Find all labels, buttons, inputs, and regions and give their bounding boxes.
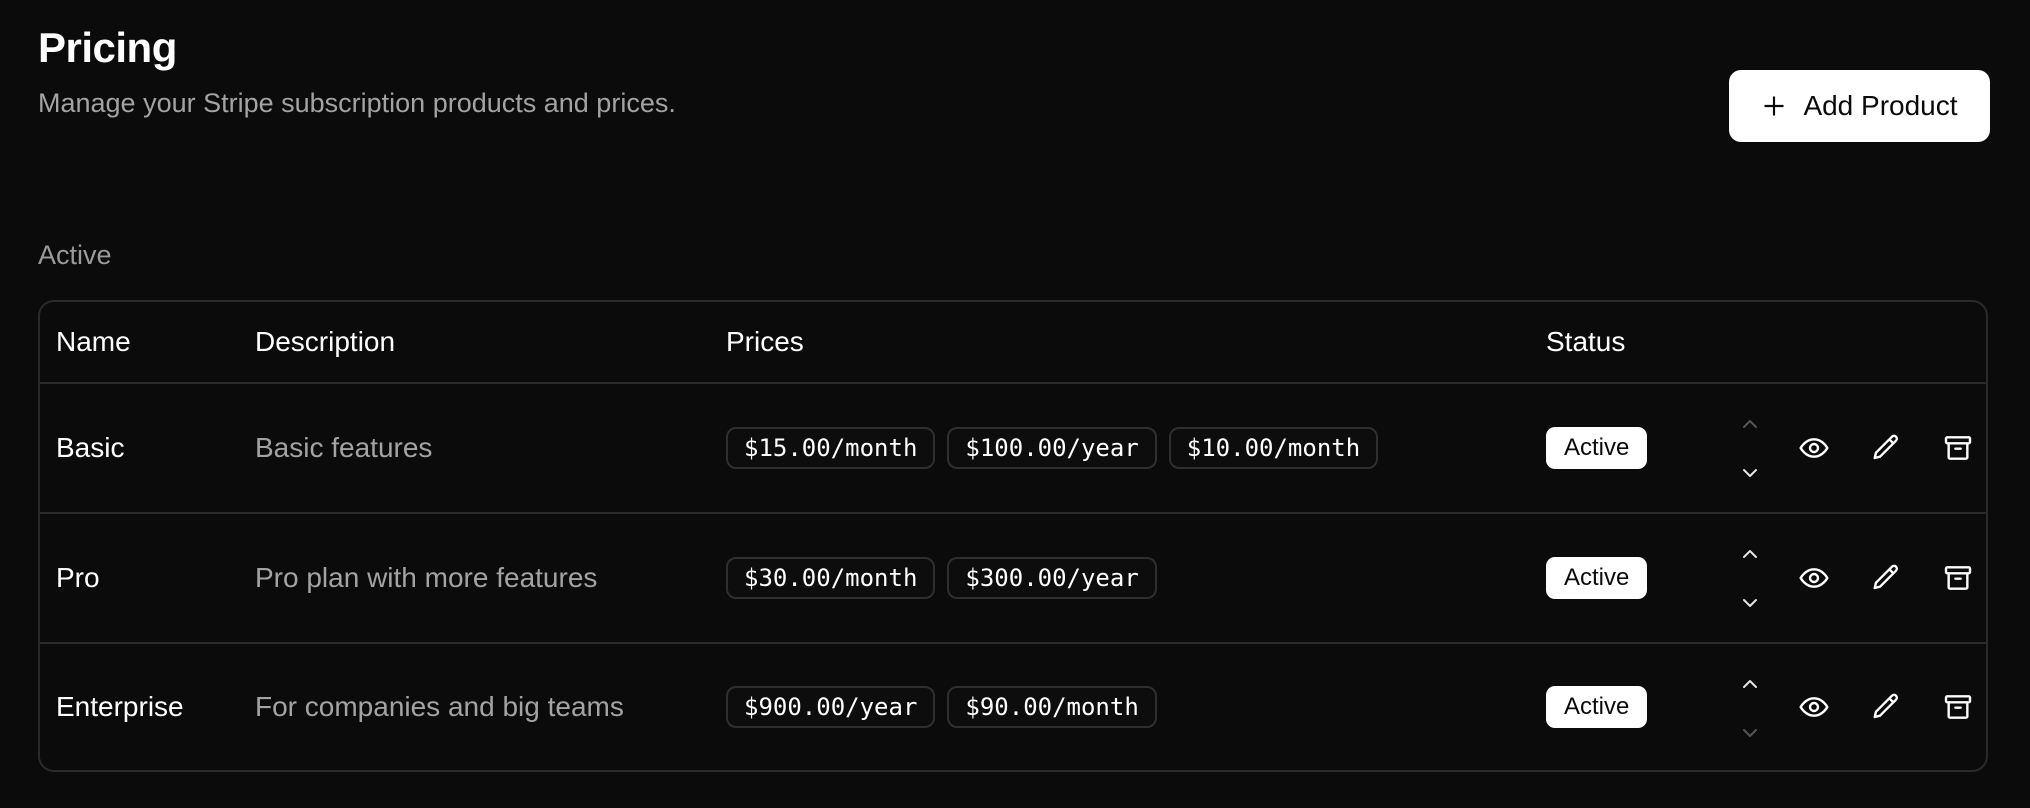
status-cell: Active	[1546, 644, 1648, 770]
pencil-icon[interactable]	[1868, 430, 1904, 466]
price-tag: $30.00/month	[726, 557, 936, 599]
price-tag: $100.00/year	[947, 427, 1157, 469]
status-badge: Active	[1546, 427, 1648, 469]
status-cell: Active	[1546, 514, 1648, 642]
reorder-controls	[1720, 384, 1780, 512]
chevron-down-icon[interactable]	[1738, 461, 1762, 485]
price-tag: $300.00/year	[947, 557, 1157, 599]
pencil-icon[interactable]	[1868, 689, 1904, 725]
column-header-description: Description	[255, 326, 396, 357]
reorder-controls	[1720, 644, 1780, 770]
table-row: Enterprise For companies and big teams $90…	[40, 644, 1986, 770]
product-name: Enterprise	[56, 691, 184, 722]
product-description: Pro plan with more features	[255, 562, 598, 593]
page-title: Pricing	[38, 24, 177, 71]
eye-icon[interactable]	[1796, 560, 1832, 596]
pricing-page: Pricing Manage your Stripe subscription …	[0, 0, 2030, 808]
archive-icon[interactable]	[1940, 689, 1976, 725]
section-label-active: Active	[38, 240, 112, 270]
row-actions	[1720, 384, 1986, 512]
chevron-down-icon[interactable]	[1738, 591, 1762, 615]
plus-icon	[1761, 93, 1787, 119]
price-list: $30.00/month $300.00/year	[726, 514, 1157, 642]
products-table: Name Description Prices Status Basic Basi…	[38, 300, 1988, 772]
table-row: Pro Pro plan with more features $30.00/mon…	[40, 514, 1986, 644]
eye-icon[interactable]	[1796, 430, 1832, 466]
eye-icon[interactable]	[1796, 689, 1832, 725]
product-description: Basic features	[255, 432, 433, 463]
product-description: For companies and big teams	[255, 691, 624, 722]
table-header: Name Description Prices Status	[40, 302, 1986, 384]
price-tag: $900.00/year	[726, 686, 936, 728]
row-actions	[1720, 644, 1986, 770]
chevron-up-icon[interactable]	[1738, 542, 1762, 566]
price-list: $900.00/year $90.00/month	[726, 644, 1157, 770]
price-tag: $10.00/month	[1168, 427, 1379, 469]
add-product-button[interactable]: Add Product	[1729, 70, 1990, 142]
status-cell: Active	[1546, 384, 1648, 512]
price-tag: $90.00/month	[947, 686, 1157, 728]
archive-icon[interactable]	[1940, 430, 1976, 466]
pencil-icon[interactable]	[1868, 560, 1904, 596]
archive-icon[interactable]	[1940, 560, 1976, 596]
price-tag: $15.00/month	[726, 427, 936, 469]
status-badge: Active	[1546, 686, 1648, 728]
column-header-prices: Prices	[726, 326, 804, 357]
add-product-label: Add Product	[1803, 90, 1958, 121]
status-badge: Active	[1546, 557, 1648, 599]
chevron-up-icon[interactable]	[1738, 672, 1762, 696]
row-actions	[1720, 514, 1986, 642]
product-name: Pro	[56, 562, 100, 593]
column-header-name: Name	[56, 326, 131, 357]
chevron-down-icon[interactable]	[1738, 721, 1762, 745]
page-subtitle: Manage your Stripe subscription products…	[38, 88, 676, 118]
product-name: Basic	[56, 432, 125, 463]
table-row: Basic Basic features $15.00/month $100.00/y…	[40, 384, 1986, 514]
reorder-controls	[1720, 514, 1780, 642]
price-list: $15.00/month $100.00/year $10.00/month	[726, 384, 1379, 512]
chevron-up-icon[interactable]	[1738, 412, 1762, 436]
column-header-status: Status	[1546, 326, 1626, 357]
